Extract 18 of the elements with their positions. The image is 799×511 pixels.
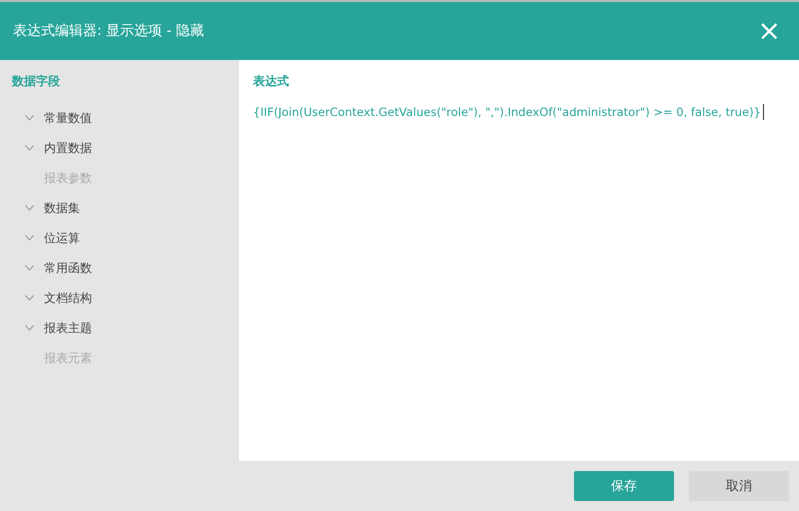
editor-title: 表达式 (253, 73, 290, 90)
chevron-icon (25, 265, 34, 271)
sidebar-title: 数据字段 (10, 73, 61, 90)
chevron-icon (25, 145, 34, 151)
tree-item[interactable]: 文档结构 (0, 283, 239, 313)
chevron-icon (25, 235, 34, 241)
tree-item[interactable]: 数据集 (0, 193, 239, 223)
tree-item[interactable]: 常用函数 (0, 253, 239, 283)
chevron-icon (25, 295, 34, 301)
tree-item[interactable]: 报表主题 (0, 313, 239, 343)
tree-item[interactable]: 位运算 (0, 223, 239, 253)
chevron-icon (25, 325, 34, 331)
chevron-icon (25, 115, 34, 121)
chevron-icon (25, 205, 34, 211)
window-title: 表达式编辑器: 显示选项 - 隐藏 (13, 22, 204, 40)
cancel-button[interactable]: 取消 (689, 471, 789, 501)
tree-item[interactable]: 常量数值 (0, 103, 239, 133)
tree-item[interactable]: 内置数据 (0, 133, 239, 163)
